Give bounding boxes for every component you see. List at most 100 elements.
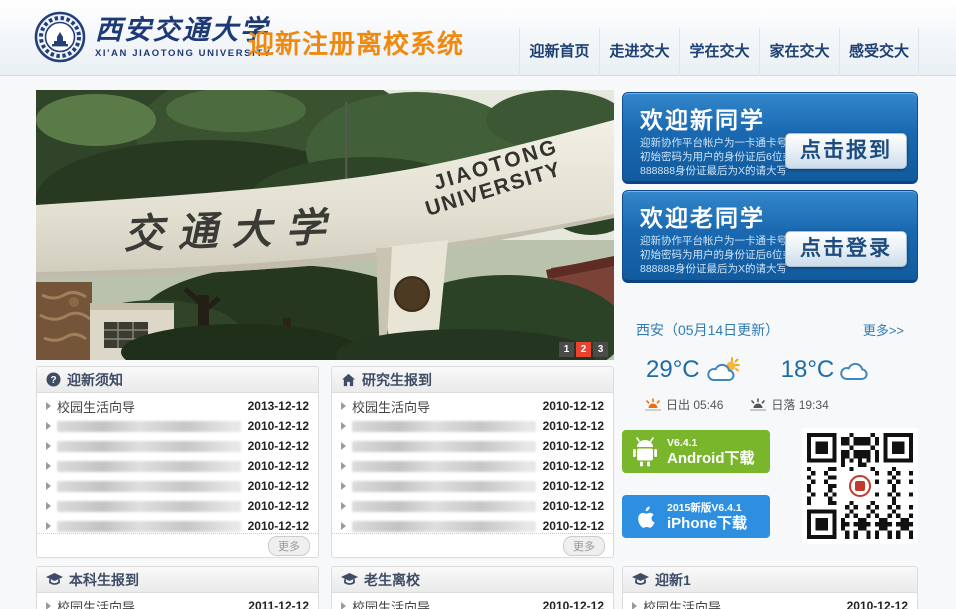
- iphone-download-button[interactable]: 2015新版V6.4.1 iPhone下载: [622, 495, 770, 538]
- login-button[interactable]: 点击登录: [785, 231, 907, 267]
- svg-text:?: ?: [50, 375, 56, 386]
- redacted-text-bar: [57, 421, 241, 432]
- android-version-label: V6.4.1: [667, 437, 755, 450]
- weather-widget: 西安（05月14日更新） 更多>> 29°C 18°C: [622, 312, 918, 424]
- undergrad-box-title: 本科生报到: [69, 570, 139, 590]
- bullet-arrow-icon: [46, 602, 51, 609]
- nav-item-life[interactable]: 家在交大: [759, 28, 839, 76]
- bullet-arrow-icon: [46, 402, 51, 410]
- notice-box-title: 迎新须知: [67, 370, 123, 390]
- weather-more-link[interactable]: 更多>>: [863, 320, 904, 340]
- university-emblem-icon: [34, 11, 86, 63]
- university-name-cn: 西安交通大学: [95, 15, 272, 45]
- bullet-arrow-icon: [341, 602, 346, 609]
- bullet-arrow-icon: [632, 602, 637, 609]
- graduation-cap-icon: [46, 573, 63, 586]
- redacted-text-bar: [352, 481, 536, 492]
- welcome-new-title: 欢迎新同学: [640, 101, 765, 135]
- iphone-download-label: iPhone下载: [667, 515, 747, 532]
- list-item[interactable]: 2010-12-12: [46, 416, 309, 436]
- carousel-page-3[interactable]: 3: [593, 342, 608, 357]
- welcome1-box-title: 迎新1: [655, 570, 691, 590]
- redacted-text-bar: [352, 521, 536, 532]
- welcome-new-students-panel: 欢迎新同学 迎新协作平台帐户为一卡通卡号初始密码为用户的身份证后6位或88888…: [622, 92, 918, 184]
- android-download-label: Android下载: [667, 450, 755, 467]
- list-item[interactable]: 2010-12-12: [341, 476, 604, 496]
- bullet-arrow-icon: [341, 402, 346, 410]
- redacted-text-bar: [57, 501, 241, 512]
- list-item[interactable]: 2010-12-12: [341, 496, 604, 516]
- bullet-arrow-icon: [341, 462, 346, 470]
- page-title: 迎新注册离校系统: [248, 24, 464, 61]
- carousel-page-2-active[interactable]: 2: [576, 342, 591, 357]
- redacted-text-bar: [57, 481, 241, 492]
- university-name-en: XI'AN JIAOTONG UNIVERSITY: [95, 48, 272, 59]
- iphone-version-label: 2015新版V6.4.1: [667, 502, 747, 515]
- list-item[interactable]: 校园生活向导2010-12-12: [632, 596, 908, 609]
- list-item[interactable]: 校园生活向导2010-12-12: [341, 396, 604, 416]
- sunset-time: 日落 19:34: [771, 396, 828, 413]
- app-qr-code: [802, 428, 918, 544]
- android-robot-icon: [632, 437, 658, 467]
- bullet-arrow-icon: [341, 442, 346, 450]
- welcome-old-desc: 迎新协作平台帐户为一卡通卡号初始密码为用户的身份证后6位或888888身份证最后…: [640, 234, 796, 276]
- sunset-icon: [749, 398, 767, 412]
- bullet-arrow-icon: [341, 522, 346, 530]
- redacted-text-bar: [57, 521, 241, 532]
- bullet-arrow-icon: [46, 422, 51, 430]
- list-item[interactable]: 校园生活向导2013-12-12: [46, 396, 309, 416]
- university-logo[interactable]: 西安交通大学 XI'AN JIAOTONG UNIVERSITY: [34, 11, 272, 63]
- hero-carousel: 交通大学 JIAOTONG UNIVERSITY 1 2 3: [36, 90, 614, 360]
- bullet-arrow-icon: [341, 422, 346, 430]
- departure-box: 老生离校 校园生活向导2010-12-12: [331, 566, 614, 609]
- bullet-arrow-icon: [341, 482, 346, 490]
- bullet-arrow-icon: [46, 462, 51, 470]
- list-item[interactable]: 2010-12-12: [46, 456, 309, 476]
- sunrise-icon: [644, 398, 662, 412]
- header: 西安交通大学 XI'AN JIAOTONG UNIVERSITY 迎新注册离校系…: [0, 0, 956, 76]
- checkin-button[interactable]: 点击报到: [785, 133, 907, 169]
- welcome-old-students-panel: 欢迎老同学 迎新协作平台帐户为一卡通卡号初始密码为用户的身份证后6位或88888…: [622, 190, 918, 283]
- more-button[interactable]: 更多: [563, 536, 605, 556]
- campus-gate-photo: 交通大学 JIAOTONG UNIVERSITY: [36, 90, 614, 360]
- more-button[interactable]: 更多: [268, 536, 310, 556]
- cloudy-icon: [839, 358, 871, 382]
- departure-box-title: 老生离校: [364, 570, 420, 590]
- nav-item-about[interactable]: 走进交大: [599, 28, 679, 76]
- nav-item-home[interactable]: 迎新首页: [519, 28, 599, 76]
- graduate-box-title: 研究生报到: [362, 370, 432, 390]
- redacted-text-bar: [352, 501, 536, 512]
- list-item[interactable]: 2010-12-12: [341, 416, 604, 436]
- carousel-page-1[interactable]: 1: [559, 342, 574, 357]
- redacted-text-bar: [352, 461, 536, 472]
- sunrise-time: 日出 05:46: [666, 396, 723, 413]
- bullet-arrow-icon: [46, 502, 51, 510]
- list-item[interactable]: 2010-12-12: [341, 456, 604, 476]
- redacted-text-bar: [352, 441, 536, 452]
- question-circle-icon: ?: [46, 372, 61, 387]
- bullet-arrow-icon: [46, 482, 51, 490]
- apple-icon: [632, 502, 658, 532]
- redacted-text-bar: [57, 441, 241, 452]
- list-item[interactable]: 校园生活向导2011-12-12: [46, 596, 309, 609]
- list-item[interactable]: 2010-12-12: [341, 436, 604, 456]
- bullet-arrow-icon: [46, 442, 51, 450]
- carousel-pager: 1 2 3: [559, 342, 608, 357]
- list-item[interactable]: 2010-12-12: [46, 496, 309, 516]
- redacted-text-bar: [57, 461, 241, 472]
- nav-item-study[interactable]: 学在交大: [679, 28, 759, 76]
- undergrad-checkin-box: 本科生报到 校园生活向导2011-12-12: [36, 566, 319, 609]
- notice-box: ? 迎新须知 校园生活向导2013-12-12 2010-12-12 2010-…: [36, 366, 319, 558]
- graduate-checkin-box: 研究生报到 校园生活向导2010-12-12 2010-12-12 2010-1…: [331, 366, 614, 558]
- list-item[interactable]: 2010-12-12: [46, 436, 309, 456]
- android-download-button[interactable]: V6.4.1 Android下载: [622, 430, 770, 473]
- partly-cloudy-icon: [705, 357, 741, 383]
- weather-low-temp: 18°C: [781, 356, 835, 384]
- redacted-text-bar: [352, 421, 536, 432]
- welcome-new-desc: 迎新协作平台帐户为一卡通卡号初始密码为用户的身份证后6位或888888身份证最后…: [640, 136, 796, 178]
- list-item[interactable]: 校园生活向导2010-12-12: [341, 596, 604, 609]
- list-item[interactable]: 2010-12-12: [46, 476, 309, 496]
- nav-item-feel[interactable]: 感受交大: [839, 28, 919, 76]
- weather-city-label: 西安（05月14日更新）: [636, 320, 779, 340]
- bullet-arrow-icon: [341, 502, 346, 510]
